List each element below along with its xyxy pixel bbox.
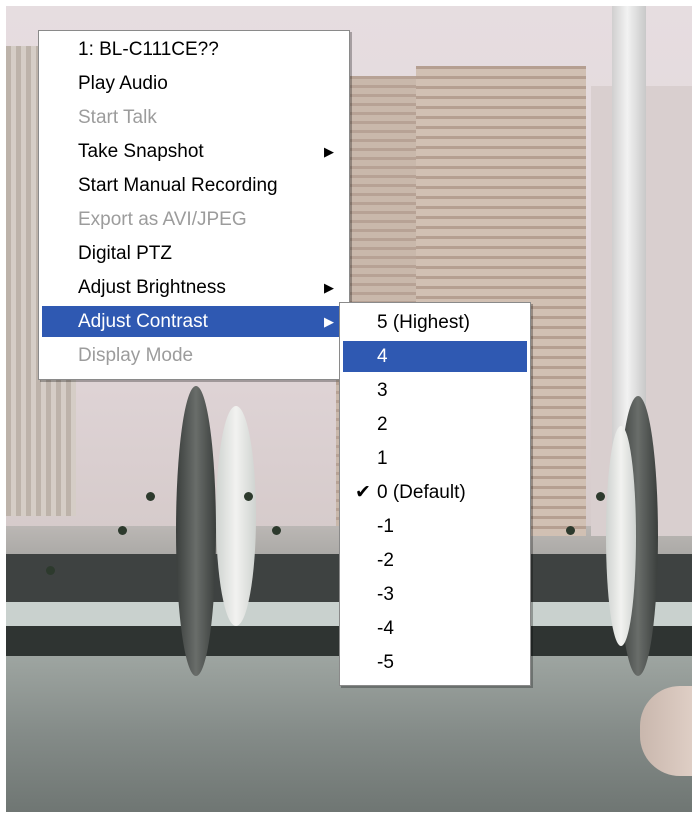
- menu-item-export-avi-jpeg: Export as AVI/JPEG: [42, 204, 346, 235]
- contrast-option-minus-4[interactable]: -4: [343, 613, 527, 644]
- menu-item-label: Start Manual Recording: [78, 175, 278, 196]
- menu-item-label: Export as AVI/JPEG: [78, 209, 247, 230]
- menu-item-start-talk: Start Talk: [42, 102, 346, 133]
- contrast-option-2[interactable]: 2: [343, 409, 527, 440]
- menu-item-label: Start Talk: [78, 107, 157, 128]
- triangle-right-icon: ▶: [324, 280, 334, 295]
- context-menu: 1: BL-C111CE?? Play Audio Start Talk Tak…: [38, 30, 350, 380]
- propeller-blade-left: [176, 386, 216, 676]
- menu-item-label: Digital PTZ: [78, 243, 172, 264]
- menu-item-camera-name[interactable]: 1: BL-C111CE??: [42, 34, 346, 65]
- wire-bead: [244, 492, 253, 501]
- menu-item-label: 4: [377, 346, 388, 367]
- wire-bead: [566, 526, 575, 535]
- menu-item-label: 1: BL-C111CE??: [78, 39, 219, 60]
- menu-item-take-snapshot[interactable]: Take Snapshot ▶: [42, 136, 346, 167]
- menu-item-label: 3: [377, 380, 388, 401]
- menu-item-adjust-brightness[interactable]: Adjust Brightness ▶: [42, 272, 346, 303]
- contrast-option-minus-2[interactable]: -2: [343, 545, 527, 576]
- contrast-option-minus-3[interactable]: -3: [343, 579, 527, 610]
- triangle-right-icon: ▶: [324, 314, 334, 329]
- menu-item-play-audio[interactable]: Play Audio: [42, 68, 346, 99]
- propeller-disc-right: [606, 426, 636, 646]
- menu-item-label: Adjust Brightness: [78, 277, 226, 298]
- menu-item-label: 5 (Highest): [377, 312, 470, 333]
- menu-item-start-manual-recording[interactable]: Start Manual Recording: [42, 170, 346, 201]
- contrast-submenu: 5 (Highest) 4 3 2 1 ✔ 0 (Default) -1 -2 …: [339, 302, 531, 686]
- menu-item-label: -1: [377, 516, 394, 537]
- menu-item-label: 0 (Default): [377, 482, 466, 503]
- wire-bead: [118, 526, 127, 535]
- propeller-disc-left: [216, 406, 256, 626]
- wire-bead: [46, 566, 55, 575]
- contrast-option-3[interactable]: 3: [343, 375, 527, 406]
- contrast-option-minus-5[interactable]: -5: [343, 647, 527, 678]
- menu-item-label: -4: [377, 618, 394, 639]
- menu-item-label: Display Mode: [78, 345, 194, 366]
- contrast-option-5[interactable]: 5 (Highest): [343, 307, 527, 338]
- checkmark-icon: ✔: [355, 482, 371, 503]
- menu-item-label: -3: [377, 584, 394, 605]
- menu-item-label: Play Audio: [78, 73, 168, 94]
- wire-bead: [272, 526, 281, 535]
- menu-item-label: -5: [377, 652, 394, 673]
- contrast-option-minus-1[interactable]: -1: [343, 511, 527, 542]
- wire-bead: [596, 492, 605, 501]
- wire-bead: [146, 492, 155, 501]
- menu-item-label: Take Snapshot: [78, 141, 204, 162]
- menu-item-digital-ptz[interactable]: Digital PTZ: [42, 238, 346, 269]
- contrast-option-0[interactable]: ✔ 0 (Default): [343, 477, 527, 508]
- menu-item-adjust-contrast[interactable]: Adjust Contrast ▶: [42, 306, 346, 337]
- contrast-option-1[interactable]: 1: [343, 443, 527, 474]
- contrast-option-4[interactable]: 4: [343, 341, 527, 372]
- menu-item-label: 1: [377, 448, 388, 469]
- menu-item-display-mode: Display Mode: [42, 340, 346, 371]
- triangle-right-icon: ▶: [324, 144, 334, 159]
- menu-item-label: 2: [377, 414, 388, 435]
- menu-item-label: Adjust Contrast: [78, 311, 208, 332]
- menu-item-label: -2: [377, 550, 394, 571]
